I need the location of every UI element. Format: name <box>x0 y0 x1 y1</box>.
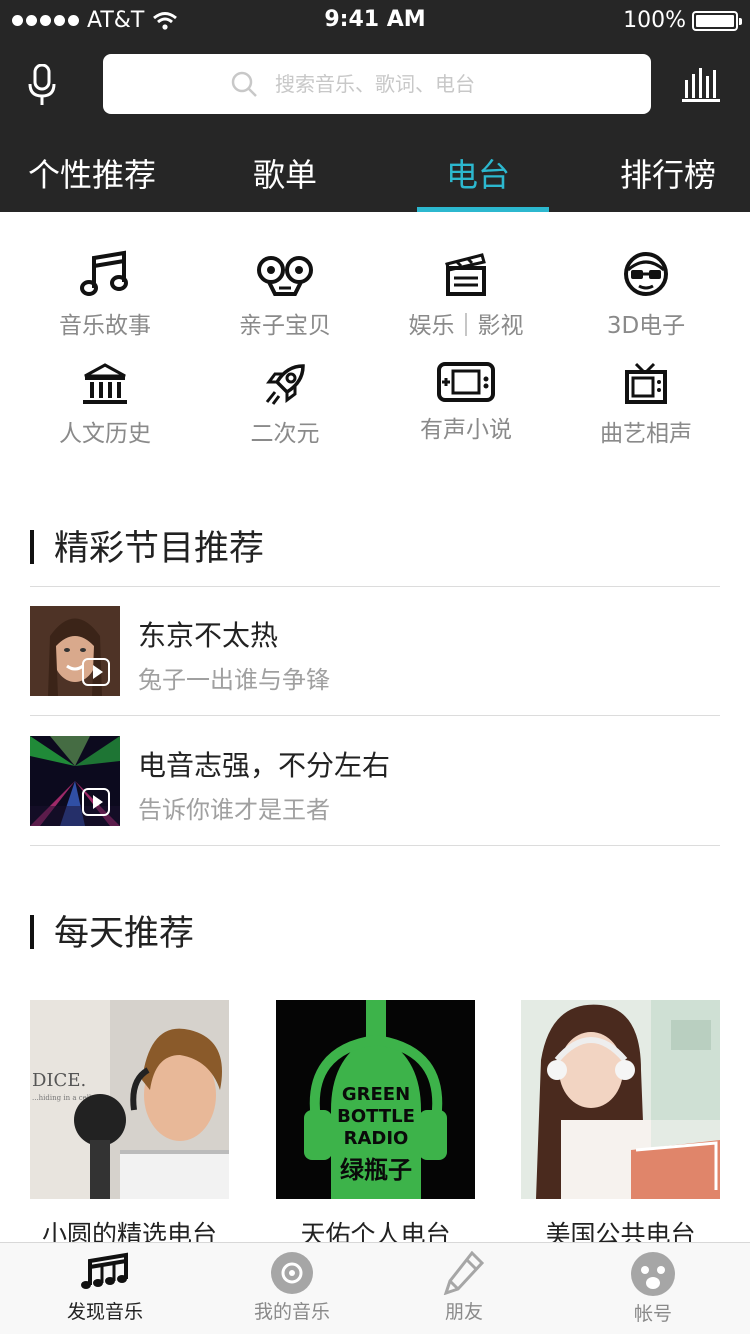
top-tabs: 个性推荐 歌单 电台 排行榜 <box>0 140 750 212</box>
gamepad-icon <box>437 362 495 402</box>
nav-label: 发现音乐 <box>66 1301 143 1323</box>
program-item[interactable]: 东京不太热 兔子一出谁与争锋 <box>30 606 720 696</box>
category-3d-electronic[interactable]: 3D电子 <box>556 250 736 340</box>
featured-section-title: 精彩节目推荐 <box>30 520 264 571</box>
tab-radio[interactable]: 电台 <box>446 150 510 196</box>
radio-card[interactable]: GREEN BOTTLE RADIO 绿瓶子 天佑个人电台 <box>276 1000 475 1251</box>
category-anime[interactable]: 二次元 <box>195 362 375 448</box>
category-opera-crosstalk[interactable]: 曲艺相声 <box>556 362 736 448</box>
equalizer-icon[interactable] <box>682 66 720 102</box>
nav-discover[interactable]: 发现音乐 <box>30 1251 180 1324</box>
category-label: 人文历史 <box>59 421 151 447</box>
nav-account[interactable]: 帐号 <box>578 1251 728 1326</box>
divider <box>30 845 720 846</box>
nav-label: 朋友 <box>444 1301 483 1323</box>
category-history[interactable]: 人文历史 <box>15 362 195 448</box>
program-title: 东京不太热 <box>138 619 279 652</box>
tv-icon <box>625 362 667 404</box>
program-subtitle: 告诉你谁才是王者 <box>138 796 330 824</box>
card-art-text: BOTTLE <box>337 1106 415 1127</box>
radio-card-art: DICE. ...hiding in a cello... <box>30 1000 229 1199</box>
category-label: 二次元 <box>250 421 320 447</box>
category-label: 曲艺相声 <box>600 421 692 447</box>
card-art-text: GREEN <box>342 1084 410 1105</box>
face-icon <box>631 1252 675 1296</box>
divider <box>30 586 720 587</box>
tab-recommend[interactable]: 个性推荐 <box>28 150 156 196</box>
play-icon[interactable] <box>82 658 110 686</box>
program-thumbnail <box>30 606 120 696</box>
radio-card-art: GREEN BOTTLE RADIO 绿瓶子 <box>276 1000 475 1199</box>
nav-my-music[interactable]: 我的音乐 <box>217 1251 367 1324</box>
music-notes-icon <box>81 1252 128 1289</box>
category-label: 有声小说 <box>420 417 512 443</box>
battery-status: 100% <box>623 8 742 33</box>
radio-card[interactable]: 美国公共电台 <box>521 1000 720 1251</box>
battery-icon <box>692 10 742 31</box>
program-thumbnail <box>30 736 120 826</box>
search-input[interactable] <box>275 72 575 96</box>
pencil-icon <box>443 1251 485 1295</box>
disc-icon <box>271 1252 313 1294</box>
bottom-nav: 发现音乐 我的音乐 朋友 帐号 <box>0 1242 750 1334</box>
category-label: 娱乐｜影视 <box>408 313 524 339</box>
program-title: 电音志强，不分左右 <box>138 749 391 782</box>
program-item[interactable]: 电音志强，不分左右 告诉你谁才是王者 <box>30 736 720 826</box>
category-music-story[interactable]: 音乐故事 <box>15 250 195 340</box>
tab-rankings[interactable]: 排行榜 <box>620 150 716 196</box>
clapperboard-icon <box>445 253 486 296</box>
nav-friends[interactable]: 朋友 <box>389 1251 539 1324</box>
glasses-face-icon <box>624 252 668 296</box>
category-label: 亲子宝贝 <box>239 313 331 339</box>
category-label: 3D电子 <box>606 313 686 339</box>
divider <box>30 715 720 716</box>
card-art-text: DICE. <box>32 1070 86 1091</box>
toy-face-icon <box>257 256 313 296</box>
search-icon <box>231 71 257 97</box>
category-audiobook[interactable]: 有声小说 <box>376 362 556 444</box>
category-label: 音乐故事 <box>59 313 151 339</box>
daily-section-title: 每天推荐 <box>30 905 194 956</box>
nav-label: 我的音乐 <box>253 1301 330 1323</box>
museum-icon <box>83 363 127 404</box>
radio-card[interactable]: DICE. ...hiding in a cello... 小圆的精选电台 <box>30 1000 229 1251</box>
category-entertainment[interactable]: 娱乐｜影视 <box>376 250 556 340</box>
battery-percent: 100% <box>623 8 686 33</box>
search-box[interactable] <box>103 54 651 114</box>
status-bar: AT&T 9:41 AM 100% <box>0 0 750 40</box>
nav-label: 帐号 <box>633 1303 672 1325</box>
microphone-icon[interactable] <box>27 64 57 106</box>
category-kids[interactable]: 亲子宝贝 <box>195 250 375 340</box>
play-icon[interactable] <box>82 788 110 816</box>
card-art-text: 绿瓶子 <box>340 1156 412 1184</box>
card-art-text: RADIO <box>344 1128 409 1149</box>
program-subtitle: 兔子一出谁与争锋 <box>138 666 330 694</box>
rocket-icon <box>265 364 305 405</box>
music-note-icon <box>80 250 128 296</box>
header: AT&T 9:41 AM 100% 个性推 <box>0 0 750 212</box>
radio-card-art <box>521 1000 720 1199</box>
tab-playlists[interactable]: 歌单 <box>253 150 317 196</box>
active-tab-indicator <box>417 207 549 212</box>
